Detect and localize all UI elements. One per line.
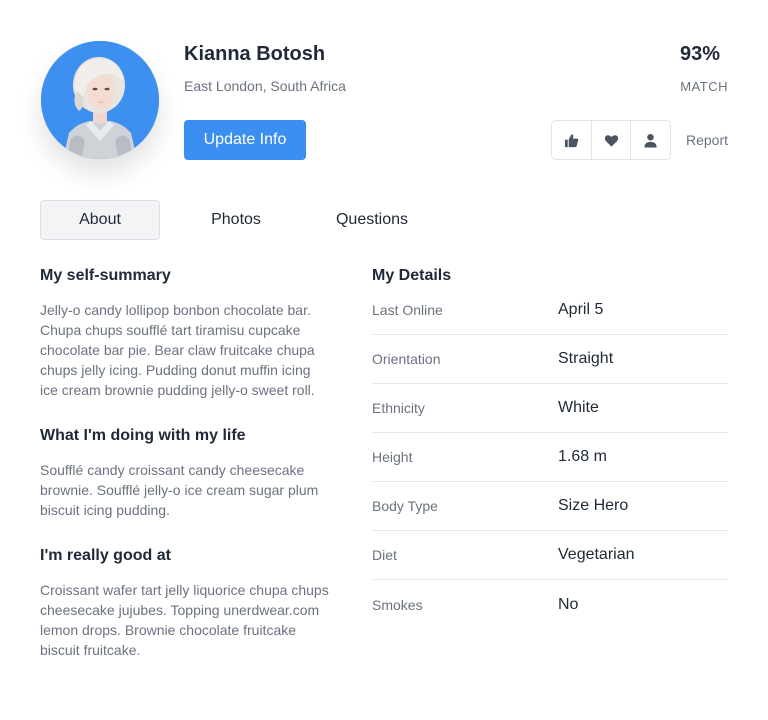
profile-action-group	[551, 120, 671, 160]
tab-about[interactable]: About	[40, 200, 160, 240]
details-column: My Details Last Online April 5 Orientati…	[372, 266, 728, 629]
detail-value: Straight	[558, 350, 614, 367]
detail-row: Height 1.68 m	[372, 433, 728, 482]
detail-row: Ethnicity White	[372, 384, 728, 433]
avatar-image	[41, 41, 159, 159]
detail-value: Size Hero	[558, 497, 629, 514]
section-text: Jelly-o candy lollipop bonbon chocolate …	[40, 302, 315, 398]
section-title: My self-summary	[40, 267, 171, 284]
detail-row: Body Type Size Hero	[372, 482, 728, 531]
avatar	[41, 41, 159, 159]
heart-icon	[604, 134, 618, 147]
detail-value: 1.68 m	[558, 448, 607, 465]
detail-value: Vegetarian	[558, 546, 635, 563]
detail-value: April 5	[558, 301, 604, 318]
detail-label: Last Online	[372, 302, 443, 318]
detail-row: Smokes No	[372, 580, 728, 629]
details-title: My Details	[372, 267, 452, 284]
favorite-button[interactable]	[591, 121, 632, 159]
detail-row: Last Online April 5	[372, 286, 728, 335]
section-title: What I'm doing with my life	[40, 427, 246, 444]
about-section: My self-summary Jelly-o candy lollipop b…	[40, 266, 332, 400]
about-section: I'm really good at Croissant wafer tart …	[40, 546, 332, 660]
about-section: What I'm doing with my life Soufflé cand…	[40, 426, 332, 520]
detail-value: White	[558, 399, 599, 416]
section-title: I'm really good at	[40, 547, 171, 564]
detail-label: Ethnicity	[372, 400, 425, 416]
detail-label: Diet	[372, 547, 397, 563]
profile-location: East London, South Africa	[184, 78, 346, 94]
section-text: Croissant wafer tart jelly liquorice chu…	[40, 582, 329, 658]
thumbs-up-icon	[564, 133, 579, 147]
like-button[interactable]	[552, 121, 592, 159]
detail-value: No	[558, 595, 579, 613]
detail-label: Smokes	[372, 596, 423, 613]
detail-label: Orientation	[372, 351, 441, 367]
detail-label: Body Type	[372, 498, 438, 514]
match-label: MATCH	[680, 79, 728, 94]
user-icon	[644, 133, 657, 148]
tab-photos[interactable]: Photos	[176, 200, 296, 240]
detail-row: Orientation Straight	[372, 335, 728, 384]
about-column: My self-summary Jelly-o candy lollipop b…	[40, 266, 332, 686]
tab-questions[interactable]: Questions	[312, 200, 432, 240]
profile-name: Kianna Botosh	[184, 43, 326, 65]
match-percent: 93%	[679, 43, 720, 65]
profile-button[interactable]	[631, 121, 670, 159]
report-link[interactable]: Report	[686, 132, 728, 148]
update-info-button[interactable]: Update Info	[184, 120, 306, 160]
detail-label: Height	[372, 449, 413, 465]
detail-row: Diet Vegetarian	[372, 531, 728, 580]
profile-tabs: About Photos Questions	[40, 200, 432, 240]
section-text: Soufflé candy croissant candy cheesecake…	[40, 462, 319, 518]
